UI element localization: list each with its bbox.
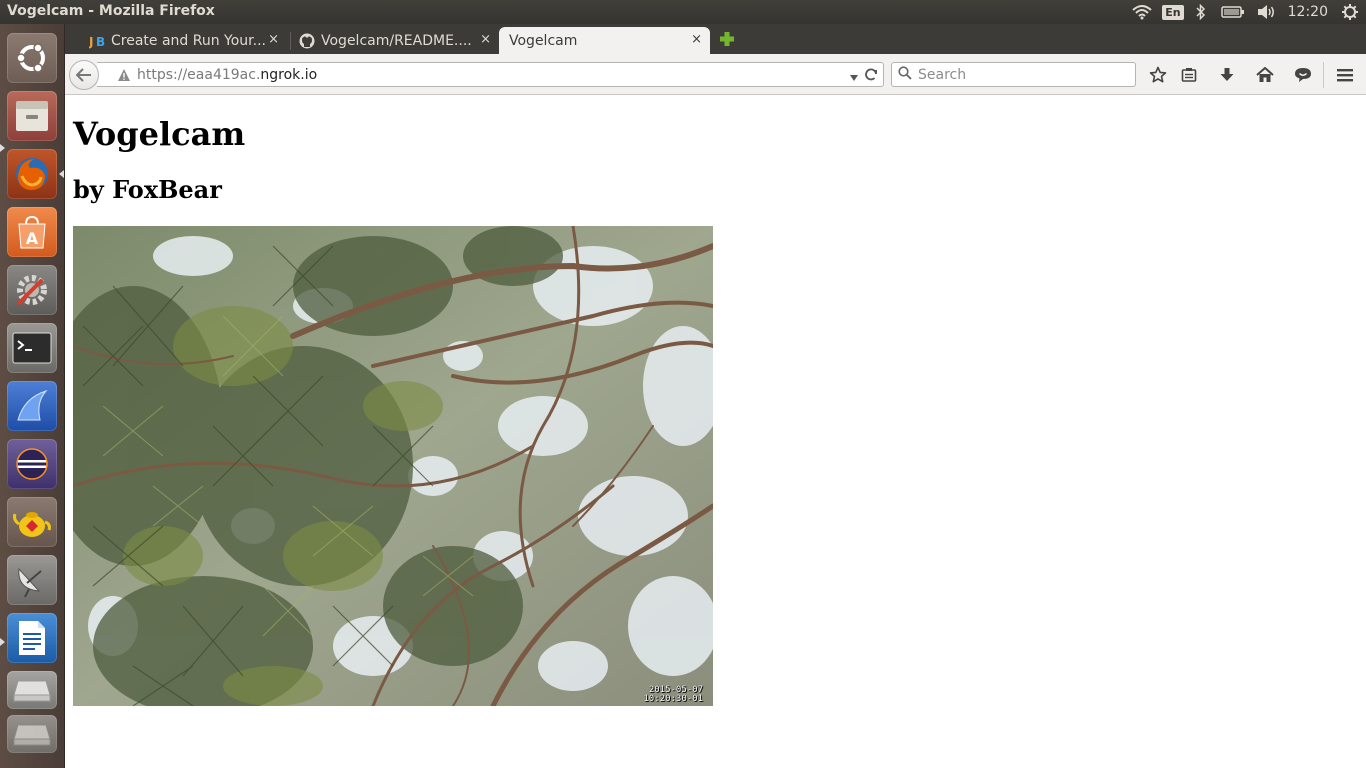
- page-subtitle: by FoxBear: [73, 175, 222, 204]
- files-icon[interactable]: [6, 90, 58, 142]
- search-icon: [898, 65, 912, 84]
- software-center-icon[interactable]: A: [6, 206, 58, 258]
- bluetooth-icon[interactable]: [1194, 4, 1208, 20]
- camera-timestamp: 2015-05-07 10:20:30-01: [643, 686, 703, 704]
- terminal-icon[interactable]: [6, 322, 58, 374]
- battery-icon[interactable]: [1220, 5, 1246, 19]
- ubuntu-dash-icon[interactable]: [6, 32, 58, 84]
- window-title: Vogelcam - Mozilla Firefox: [7, 3, 215, 19]
- close-tab-icon[interactable]: ×: [691, 32, 702, 47]
- firefox-icon[interactable]: [6, 148, 58, 200]
- close-tab-icon[interactable]: ×: [480, 32, 491, 47]
- tab-vogelcam[interactable]: Vogelcam ×: [499, 27, 710, 54]
- keyboard-layout-indicator[interactable]: En: [1162, 4, 1184, 20]
- satellite-dish-icon[interactable]: [6, 554, 58, 606]
- hamburger-menu-icon[interactable]: [1334, 64, 1356, 86]
- drive-icon-2[interactable]: [6, 714, 58, 754]
- back-button[interactable]: [69, 60, 99, 90]
- wireshark-icon[interactable]: [6, 380, 58, 432]
- svg-text:J: J: [89, 35, 93, 49]
- search-input[interactable]: Search: [891, 62, 1136, 87]
- downloads-icon[interactable]: [1216, 64, 1238, 86]
- url-history-dropdown-icon[interactable]: [849, 70, 859, 86]
- tab-create-and-run[interactable]: JB Create and Run Your... ×: [81, 27, 287, 54]
- tab-readme[interactable]: Vogelcam/README.... ×: [293, 27, 499, 54]
- indicator-area: En 12:20: [1130, 0, 1366, 24]
- top-panel: Vogelcam - Mozilla Firefox En 12:20: [0, 0, 1366, 24]
- svg-text:B: B: [96, 35, 105, 49]
- webcam-image: 2015-05-07 10:20:30-01: [73, 226, 713, 706]
- chat-hello-icon[interactable]: [1292, 64, 1314, 86]
- home-icon[interactable]: [1254, 64, 1276, 86]
- search-placeholder: Search: [918, 66, 967, 83]
- drive-icon[interactable]: [6, 670, 58, 710]
- github-icon: [299, 33, 315, 49]
- session-gear-icon[interactable]: [1340, 3, 1360, 21]
- reload-icon[interactable]: [863, 67, 879, 87]
- bookmarks-menu-icon[interactable]: [1178, 64, 1200, 86]
- url-prefix: https://eaa419ac.: [137, 66, 261, 83]
- jetbrains-icon: JB: [89, 33, 105, 49]
- page-title: Vogelcam: [73, 115, 246, 153]
- tab-label: Vogelcam: [509, 32, 578, 49]
- close-tab-icon[interactable]: ×: [268, 32, 279, 47]
- new-tab-button[interactable]: [718, 30, 736, 48]
- warning-icon[interactable]: [117, 68, 131, 82]
- url-domain: ngrok.io: [260, 66, 318, 83]
- eclipse-icon[interactable]: [6, 438, 58, 490]
- plus-icon: [720, 32, 734, 46]
- libreoffice-writer-icon[interactable]: [6, 612, 58, 664]
- page-content: Vogelcam by FoxBear 2015-05-07 10:20:30-…: [65, 96, 1366, 768]
- tab-label: Vogelcam/README....: [321, 32, 472, 49]
- wifi-icon[interactable]: [1130, 4, 1154, 20]
- tree-branches-photo: [73, 226, 713, 706]
- url-bar[interactable]: https://eaa419ac.ngrok.io: [97, 62, 884, 87]
- volume-icon[interactable]: [1256, 4, 1278, 20]
- url-text[interactable]: https://eaa419ac.ngrok.io: [137, 67, 317, 83]
- camera-time: 10:20:30-01: [643, 694, 703, 704]
- unity-launcher: A: [0, 24, 65, 768]
- tab-strip: JB Create and Run Your... × Vogelcam/REA…: [65, 24, 1366, 54]
- back-arrow-icon: [76, 68, 91, 82]
- navigation-toolbar: https://eaa419ac.ngrok.io Search: [65, 54, 1366, 95]
- clock[interactable]: 12:20: [1288, 4, 1328, 20]
- bookmark-star-icon[interactable]: [1147, 64, 1169, 86]
- svg-text:A: A: [26, 229, 39, 248]
- tab-label: Create and Run Your...: [111, 32, 267, 49]
- teapot-icon[interactable]: [6, 496, 58, 548]
- system-settings-icon[interactable]: [6, 264, 58, 316]
